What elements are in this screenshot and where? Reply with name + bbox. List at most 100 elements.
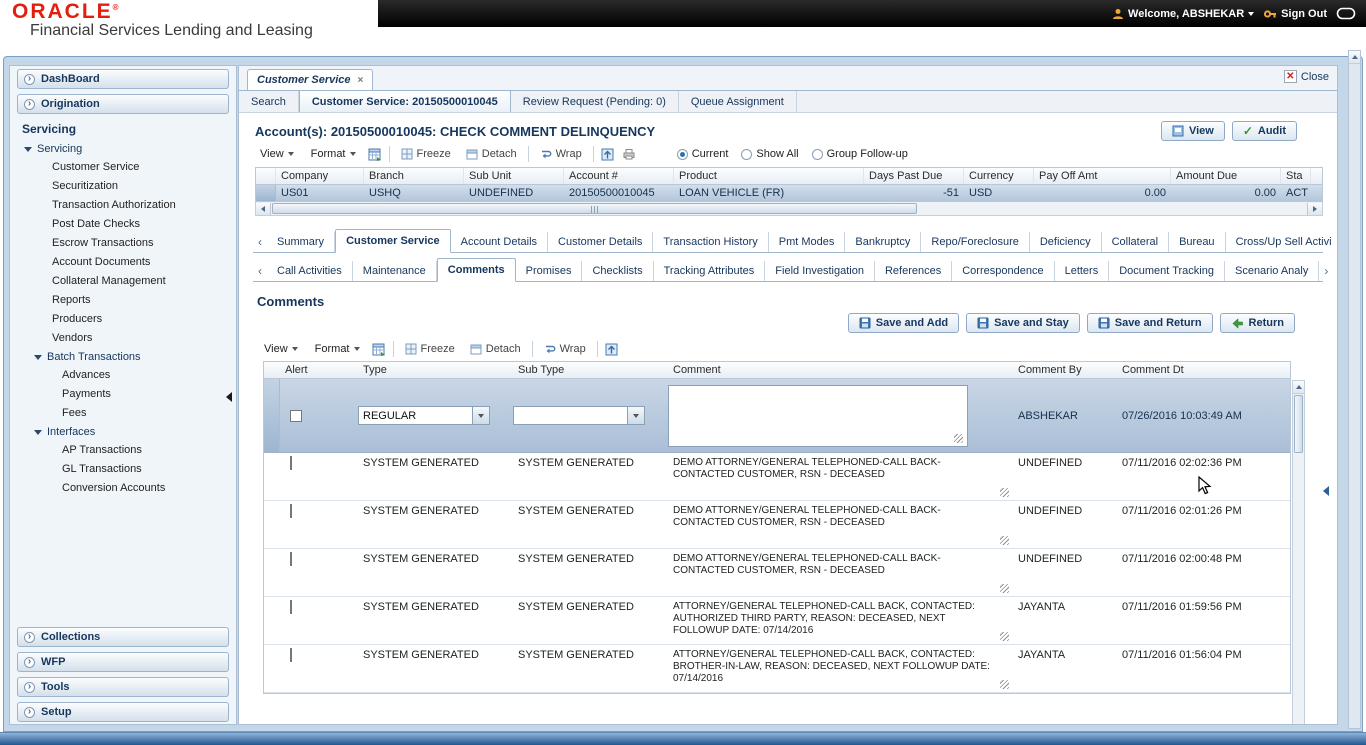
comment-row[interactable]: SYSTEM GENERATED SYSTEM GENERATED DEMO A… — [264, 501, 1290, 549]
comments-grid-vscrollbar[interactable] — [1292, 380, 1305, 724]
comment-row[interactable]: SYSTEM GENERATED SYSTEM GENERATED DEMO A… — [264, 549, 1290, 597]
window-tab-customer-service[interactable]: Customer Service — [247, 69, 374, 90]
detach-button[interactable]: Detach — [466, 341, 525, 357]
col-header-comment-dt[interactable]: Comment Dt — [1117, 362, 1277, 378]
col-header-pay-off-amt[interactable]: Pay Off Amt — [1034, 168, 1171, 184]
tab-promises[interactable]: Promises — [516, 261, 583, 281]
col-header-status[interactable]: Sta — [1281, 168, 1311, 184]
wrap-button[interactable]: Wrap — [536, 146, 586, 162]
sidebar-item-tools[interactable]: Tools — [17, 677, 229, 697]
tree-item-post-date-checks[interactable]: Post Date Checks — [10, 215, 236, 234]
tree-item-account-documents[interactable]: Account Documents — [10, 253, 236, 272]
col-header-days-past-due[interactable]: Days Past Due — [864, 168, 964, 184]
resize-grip-icon[interactable] — [1000, 536, 1009, 545]
tab-maintenance[interactable]: Maintenance — [353, 261, 437, 281]
col-header-alert[interactable]: Alert — [280, 362, 358, 378]
export-grid-icon[interactable] — [372, 343, 386, 356]
comment-textarea[interactable] — [668, 384, 968, 447]
col-header-comment[interactable]: Comment — [668, 362, 1013, 378]
tab-search[interactable]: Search — [239, 91, 299, 112]
tree-group-batch-transactions[interactable]: Batch Transactions — [10, 348, 236, 366]
tab-collateral[interactable]: Collateral — [1102, 232, 1170, 252]
alert-checkbox[interactable] — [290, 409, 302, 422]
save-and-return-button[interactable]: Save and Return — [1086, 313, 1213, 333]
scroll-right-icon[interactable] — [1307, 202, 1322, 215]
tab-field-investigation[interactable]: Field Investigation — [765, 261, 875, 281]
radio-current[interactable]: Current — [676, 148, 728, 160]
tree-item-payments[interactable]: Payments — [10, 385, 236, 404]
col-header-account[interactable]: Account # — [564, 168, 674, 184]
col-header-amount-due[interactable]: Amount Due — [1171, 168, 1281, 184]
view-button[interactable]: View — [1160, 121, 1225, 141]
sign-out-button[interactable]: Sign Out — [1263, 8, 1327, 20]
tab-call-activities[interactable]: Call Activities — [267, 261, 353, 281]
tab-account-details[interactable]: Account Details — [451, 232, 549, 252]
resize-grip-icon[interactable] — [1000, 584, 1009, 593]
return-button[interactable]: Return — [1219, 313, 1295, 333]
save-and-stay-button[interactable]: Save and Stay — [966, 313, 1080, 333]
tree-item-vendors[interactable]: Vendors — [10, 329, 236, 348]
alert-checkbox[interactable] — [290, 600, 292, 614]
tab-checklists[interactable]: Checklists — [582, 261, 654, 281]
alert-checkbox[interactable] — [290, 552, 292, 566]
col-header-sub-type[interactable]: Sub Type — [513, 362, 668, 378]
sidebar-item-setup[interactable]: Setup — [17, 702, 229, 722]
view-menu[interactable]: View — [259, 341, 303, 357]
tab-tracking-attributes[interactable]: Tracking Attributes — [654, 261, 766, 281]
tab-correspondence[interactable]: Correspondence — [952, 261, 1055, 281]
refresh-grid-icon[interactable] — [605, 343, 619, 356]
scroll-left-icon[interactable] — [256, 202, 271, 215]
account-grid-hscrollbar[interactable] — [255, 202, 1323, 216]
tree-item-conversion-accounts[interactable]: Conversion Accounts — [10, 479, 236, 498]
scroll-up-icon[interactable] — [1349, 51, 1360, 64]
welcome-menu[interactable]: Welcome, ABSHEKAR — [1112, 8, 1255, 20]
sidebar-item-wfp[interactable]: WFP — [17, 652, 229, 672]
comment-row[interactable]: SYSTEM GENERATED SYSTEM GENERATED DEMO A… — [264, 453, 1290, 501]
radio-show-all[interactable]: Show All — [741, 148, 799, 160]
comment-edit-row[interactable]: REGULAR ABSHEKAR 07/26/2016 10:03:49 AM — [264, 379, 1290, 453]
close-button[interactable]: Close — [1283, 70, 1329, 83]
save-and-add-button[interactable]: Save and Add — [847, 313, 960, 333]
col-header-branch[interactable]: Branch — [364, 168, 464, 184]
oracle-badge-icon[interactable] — [1336, 7, 1356, 20]
tabs-scroll-right-icon[interactable] — [1319, 264, 1333, 281]
tab-cross-up-sell[interactable]: Cross/Up Sell Activi — [1226, 232, 1337, 252]
select-dropdown-icon[interactable] — [627, 407, 644, 424]
tab-close-icon[interactable] — [358, 75, 364, 86]
view-menu[interactable]: View — [255, 146, 299, 162]
alert-checkbox[interactable] — [290, 456, 292, 470]
tab-transaction-history[interactable]: Transaction History — [653, 232, 769, 252]
wrap-button[interactable]: Wrap — [540, 341, 590, 357]
tab-document-tracking[interactable]: Document Tracking — [1109, 261, 1225, 281]
type-select[interactable]: REGULAR — [358, 406, 490, 425]
tab-queue-assignment[interactable]: Queue Assignment — [679, 91, 797, 112]
tabs-scroll-left-icon[interactable] — [253, 235, 267, 252]
freeze-button[interactable]: Freeze — [397, 146, 455, 162]
tab-scenario-analysis[interactable]: Scenario Analy — [1225, 261, 1320, 281]
sub-type-select[interactable] — [513, 406, 645, 425]
tree-group-interfaces[interactable]: Interfaces — [10, 423, 236, 441]
sidebar-item-dashboard[interactable]: DashBoard — [17, 69, 229, 89]
tree-node-servicing[interactable]: Servicing — [10, 140, 236, 158]
tree-item-customer-service[interactable]: Customer Service — [10, 158, 236, 177]
tab-bankruptcy[interactable]: Bankruptcy — [845, 232, 922, 252]
radio-group-followup[interactable]: Group Follow-up — [811, 148, 908, 160]
col-header-product[interactable]: Product — [674, 168, 864, 184]
comment-row[interactable]: SYSTEM GENERATED SYSTEM GENERATED ATTORN… — [264, 645, 1290, 693]
comment-row[interactable]: SYSTEM GENERATED SYSTEM GENERATED ATTORN… — [264, 597, 1290, 645]
tab-deficiency[interactable]: Deficiency — [1030, 232, 1102, 252]
select-dropdown-icon[interactable] — [472, 407, 489, 424]
resize-grip-icon[interactable] — [1000, 680, 1009, 689]
alert-checkbox[interactable] — [290, 648, 292, 662]
tree-item-ap-transactions[interactable]: AP Transactions — [10, 441, 236, 460]
refresh-grid-icon[interactable] — [601, 148, 615, 161]
tree-item-fees[interactable]: Fees — [10, 404, 236, 423]
account-row[interactable]: US01 USHQ UNDEFINED 20150500010045 LOAN … — [256, 185, 1322, 201]
resize-grip-icon[interactable] — [1000, 488, 1009, 497]
export-grid-icon[interactable] — [368, 148, 382, 161]
tab-comments[interactable]: Comments — [436, 258, 516, 282]
sidebar-item-collections[interactable]: Collections — [17, 627, 229, 647]
tree-item-securitization[interactable]: Securitization — [10, 177, 236, 196]
vscroll-thumb[interactable] — [1294, 395, 1303, 453]
format-menu[interactable]: Format — [310, 341, 365, 357]
